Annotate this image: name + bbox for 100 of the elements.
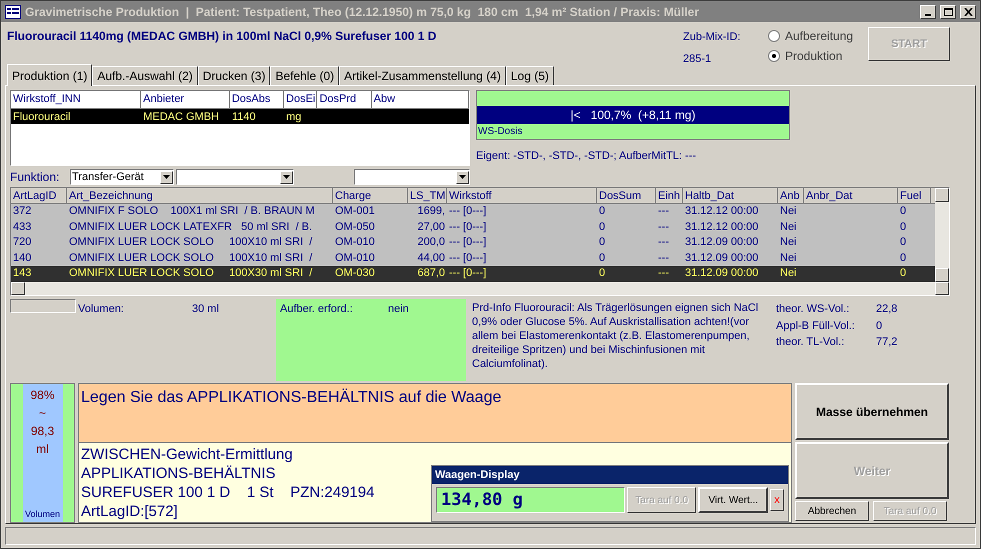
volume-metric-label: Appl-B Füll-Vol.: xyxy=(776,318,856,334)
horizontal-scrollbar[interactable] xyxy=(11,282,949,296)
column-header: Anbr_Dat xyxy=(804,188,898,204)
action-button[interactable]: Masse übernehmen xyxy=(795,383,949,440)
mode-radio[interactable]: Produktion xyxy=(768,47,868,65)
table-cell-text: 0 xyxy=(899,220,908,235)
filter-dropdown[interactable] xyxy=(176,169,294,186)
volume-metric-label: theor. WS-Vol.: xyxy=(776,302,850,318)
gauge-unit: ml xyxy=(36,441,49,458)
dose-reading: |< 100,7% (+8,11 mg) xyxy=(477,106,789,124)
column-header: Art_Bezeichnung xyxy=(67,188,333,204)
scale-button[interactable]: Virt. Wert... xyxy=(698,487,768,513)
table-cell-text: 720 xyxy=(12,235,32,250)
gauge-approx: ~ xyxy=(38,405,46,422)
column-header: Einh xyxy=(656,188,683,204)
table-cell-text: --- [0---] xyxy=(448,204,488,220)
tab[interactable]: Drucken (3) xyxy=(198,66,270,85)
maximize-icon xyxy=(944,8,952,16)
table-cell-text: 31.12.09 00:00 xyxy=(684,250,760,266)
table-cell-text: OMNIFIX LUER LOCK LATEXFR 50 ml SRI / B. xyxy=(68,220,314,235)
table-cell-text: --- xyxy=(657,266,670,282)
caret-icon xyxy=(459,175,466,180)
tab[interactable]: Aufb.-Auswahl (2) xyxy=(92,66,198,85)
table-cell-text: OM-050 xyxy=(334,220,376,235)
product-title: Fluorouracil 1140mg (MEDAC GMBH) in 100ml NaCl 0,9% Surefuser 100 1 D xyxy=(7,28,438,45)
column-header: DosSum xyxy=(597,188,656,204)
column-header: DosEi xyxy=(284,91,318,108)
table-cell-text: OMNIFIX LUER LOCK SOLO 100X10 ml SRI / xyxy=(68,235,314,250)
close-icon xyxy=(964,8,972,16)
scale-title: Waagen-Display xyxy=(432,466,788,484)
table-cell-text: 44,00 xyxy=(416,250,446,266)
instruction-text: Legen Sie das APPLIKATIONS-BEHÄLTNIS auf die Waage xyxy=(81,389,502,406)
table-cell-text: 200,0 xyxy=(416,235,446,250)
column-header: ArtLagID xyxy=(11,188,67,204)
blank-field xyxy=(10,299,76,314)
table-cell-text: OMNIFIX LUER LOCK SOLO 100X30 ml SRI / xyxy=(68,266,314,282)
table-row[interactable]: 143 OMNIFIX LUER LOCK SOLO 100X30 ml SRI / OM-030 687,0 --- [0---] 0 --- 31.12.09 00:00 Nei 0 xyxy=(11,266,935,282)
table-cell-text: Nei xyxy=(779,266,798,282)
window-icon xyxy=(5,4,21,18)
table-cell-text: MEDAC GMBH xyxy=(142,110,220,124)
gauge-label: Volumen xyxy=(24,508,60,520)
table-cell-text: 0 xyxy=(598,266,606,282)
table-cell-text: --- [0---] xyxy=(448,250,488,266)
table-cell-text: 0 xyxy=(899,204,908,220)
table-cell-text: 31.12.12 00:00 xyxy=(684,204,760,220)
volume-value: 30 ml xyxy=(192,302,219,318)
prep-value: nein xyxy=(388,302,409,318)
detail-line: ArtLagID:[572] xyxy=(81,502,179,521)
table-cell-text: 1140 xyxy=(230,110,257,124)
vertical-scrollbar[interactable] xyxy=(935,188,949,282)
table-cell-text: 372 xyxy=(12,204,32,220)
table-cell-text: --- xyxy=(657,220,670,235)
table-cell-text: OM-030 xyxy=(334,266,376,282)
table-cell-text: 0 xyxy=(598,204,606,220)
properties-text: Eigent: -STD-, -STD-, -STD-; AufberMitTL: --- xyxy=(476,149,698,164)
table-cell-text: --- xyxy=(657,204,670,220)
column-header: Charge xyxy=(333,188,408,204)
volume-metric-value: 0 xyxy=(876,318,882,334)
footer-button[interactable]: Abbrechen xyxy=(795,501,869,521)
column-header: DosPrd xyxy=(317,91,372,108)
window-title: Gravimetrische Produktion | Patient: Testpatient, Theo (12.12.1950) m 75,0 kg 180 cm 1,94 m² Station / Praxis: Müller xyxy=(25,4,700,20)
tab[interactable]: Befehle (0) xyxy=(270,66,340,85)
table-cell-text: OMNIFIX LUER LOCK SOLO 100X10 ml SRI / xyxy=(68,250,314,266)
table-cell-text: 140 xyxy=(12,250,32,266)
volume-metric-value: 22,8 xyxy=(876,302,898,318)
column-header: Abw xyxy=(372,91,469,108)
table-cell-text: 27,00 xyxy=(416,220,446,235)
table-row[interactable]: Fluorouracil MEDAC GMBH 1140 mg xyxy=(11,108,469,124)
mode-radio[interactable]: Aufbereitung xyxy=(768,27,868,45)
tab[interactable]: Artikel-Zusammenstellung (4) xyxy=(339,66,506,85)
table-cell-text: Nei xyxy=(779,220,798,235)
table-cell-text: mg xyxy=(285,110,302,124)
table-cell-text: --- [0---] xyxy=(448,220,488,235)
table-cell-text: 1699, xyxy=(416,204,446,220)
close-button[interactable] xyxy=(960,4,976,18)
function-dropdown[interactable]: Transfer-Gerät xyxy=(70,169,174,186)
function-label: Funktion: xyxy=(10,169,60,186)
volume-metric-label: theor. TL-Vol.: xyxy=(776,335,846,350)
gauge-percent: 98% xyxy=(30,387,55,404)
column-header: DosAbs xyxy=(230,91,284,108)
prep-label: Aufber. erford.: xyxy=(280,302,354,318)
column-header: LS_TM xyxy=(408,188,447,204)
caret-icon xyxy=(283,175,290,180)
maximize-button[interactable] xyxy=(940,4,956,18)
table-cell-text: --- [0---] xyxy=(448,235,488,250)
table-cell-text: OM-001 xyxy=(334,204,376,220)
detail-line: APPLIKATIONS-BEHÄLTNIS xyxy=(81,464,276,483)
table-cell-text: 0 xyxy=(598,235,606,250)
minimize-button[interactable] xyxy=(920,4,936,18)
mix-id-label: Zub-Mix-ID: xyxy=(683,30,742,45)
tab[interactable]: Produktion (1) xyxy=(7,64,92,86)
tab[interactable]: Log (5) xyxy=(506,66,554,85)
gauge-amount: 98,3 xyxy=(30,423,54,440)
table-cell-text: 31.12.12 00:00 xyxy=(684,220,760,235)
prd-info-text: Prd-Info Fluorouracil: Als Trägerlösungen eignen sich NaCl 0,9% oder Glucose 5%. Auf Auskristallisation achten!(vor allem bei Elastomerenkontakt (z.B. Elastomerenpumpen, dreiteilige Spritzen) und bei Mischinfusionen mit Calciumfolinat). xyxy=(471,301,760,372)
table-cell-text: Nei xyxy=(779,250,798,266)
filter-dropdown[interactable] xyxy=(354,169,470,186)
table-cell-text: 687,0 xyxy=(416,266,446,282)
detail-line: SUREFUSER 100 1 D 1 St PZN:249194 xyxy=(81,483,376,502)
table-cell-text: Nei xyxy=(779,204,798,220)
